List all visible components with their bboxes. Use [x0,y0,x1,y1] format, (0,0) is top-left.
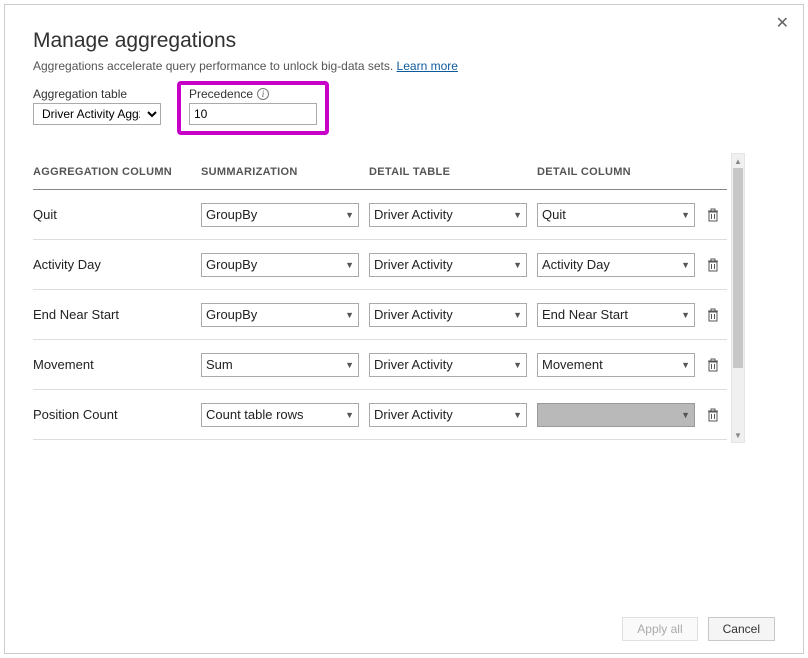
detail-column-select[interactable]: End Near Start▼ [537,303,695,327]
agg-table-label: Aggregation table [33,87,161,101]
learn-more-link[interactable]: Learn more [397,59,458,73]
table-row: Position CountCount table rows▼ Driver Ac… [33,390,727,440]
precedence-input[interactable] [189,103,317,125]
chevron-down-icon: ▼ [681,260,690,270]
header-detail-table: Detail Table [369,166,537,178]
header-agg-column: Aggregation Column [33,166,201,178]
agg-column-name: Position Count [33,407,201,422]
chevron-down-icon: ▼ [345,260,354,270]
chevron-down-icon: ▼ [681,210,690,220]
precedence-label: Precedence i [189,87,317,101]
detail-column-select: ▼ [537,403,695,427]
chevron-down-icon: ▼ [345,310,354,320]
header-detail-column: Detail Column [537,166,705,178]
chevron-down-icon: ▼ [513,410,522,420]
delete-icon[interactable] [705,307,721,323]
table-row: MovementSum▼ Driver Activity▼ Movement▼ [33,340,727,390]
cancel-button[interactable]: Cancel [708,617,775,641]
dialog-title: Manage aggregations [33,29,775,53]
info-icon[interactable]: i [257,88,269,100]
summarization-select[interactable]: GroupBy▼ [201,253,359,277]
delete-icon[interactable] [705,407,721,423]
subtitle-text: Aggregations accelerate query performanc… [33,59,397,73]
precedence-highlight: Precedence i [177,81,329,135]
chevron-down-icon: ▼ [513,210,522,220]
chevron-down-icon: ▼ [345,360,354,370]
aggregation-grid: Aggregation Column Summarization Detail … [33,153,727,443]
scroll-thumb[interactable] [733,168,743,368]
agg-column-name: Movement [33,357,201,372]
chevron-down-icon: ▼ [681,310,690,320]
chevron-down-icon: ▼ [513,360,522,370]
precedence-group: Precedence i [189,87,317,125]
agg-column-name: Activity Day [33,257,201,272]
agg-table-group: Aggregation table Driver Activity Agg2 [33,87,161,125]
detail-column-select[interactable]: Quit▼ [537,203,695,227]
form-row: Aggregation table Driver Activity Agg2 P… [33,87,775,135]
delete-icon[interactable] [705,207,721,223]
dialog-footer: Apply all Cancel [622,617,775,641]
apply-all-button[interactable]: Apply all [622,617,697,641]
detail-table-select[interactable]: Driver Activity▼ [369,253,527,277]
summarization-select[interactable]: Count table rows▼ [201,403,359,427]
table-row: QuitGroupBy▼ Driver Activity▼ Quit▼ [33,190,727,240]
detail-table-select[interactable]: Driver Activity▼ [369,303,527,327]
manage-aggregations-dialog: ✕ Manage aggregations Aggregations accel… [4,4,804,654]
detail-column-select[interactable]: Activity Day▼ [537,253,695,277]
vertical-scrollbar[interactable]: ▲ ▼ [731,153,745,443]
table-row: End Near StartGroupBy▼ Driver Activity▼ En… [33,290,727,340]
summarization-select[interactable]: Sum▼ [201,353,359,377]
delete-icon[interactable] [705,357,721,373]
chevron-down-icon: ▼ [513,310,522,320]
agg-table-select[interactable]: Driver Activity Agg2 [33,103,161,125]
chevron-down-icon: ▼ [681,360,690,370]
delete-icon[interactable] [705,257,721,273]
summarization-select[interactable]: GroupBy▼ [201,203,359,227]
table-row: Activity DayGroupBy▼ Driver Activity▼ Acti… [33,240,727,290]
grid-header: Aggregation Column Summarization Detail … [33,154,727,190]
agg-column-name: End Near Start [33,307,201,322]
scroll-up-icon[interactable]: ▲ [732,154,744,168]
summarization-select[interactable]: GroupBy▼ [201,303,359,327]
chevron-down-icon: ▼ [513,260,522,270]
header-summarization: Summarization [201,166,369,178]
chevron-down-icon: ▼ [345,410,354,420]
detail-table-select[interactable]: Driver Activity▼ [369,353,527,377]
dialog-subtitle: Aggregations accelerate query performanc… [33,59,775,73]
detail-column-select[interactable]: Movement▼ [537,353,695,377]
chevron-down-icon: ▼ [681,410,690,420]
grid-wrap: Aggregation Column Summarization Detail … [33,153,775,443]
close-icon[interactable]: ✕ [776,13,789,33]
chevron-down-icon: ▼ [345,210,354,220]
agg-column-name: Quit [33,207,201,222]
scroll-down-icon[interactable]: ▼ [732,428,744,442]
detail-table-select[interactable]: Driver Activity▼ [369,203,527,227]
detail-table-select[interactable]: Driver Activity▼ [369,403,527,427]
